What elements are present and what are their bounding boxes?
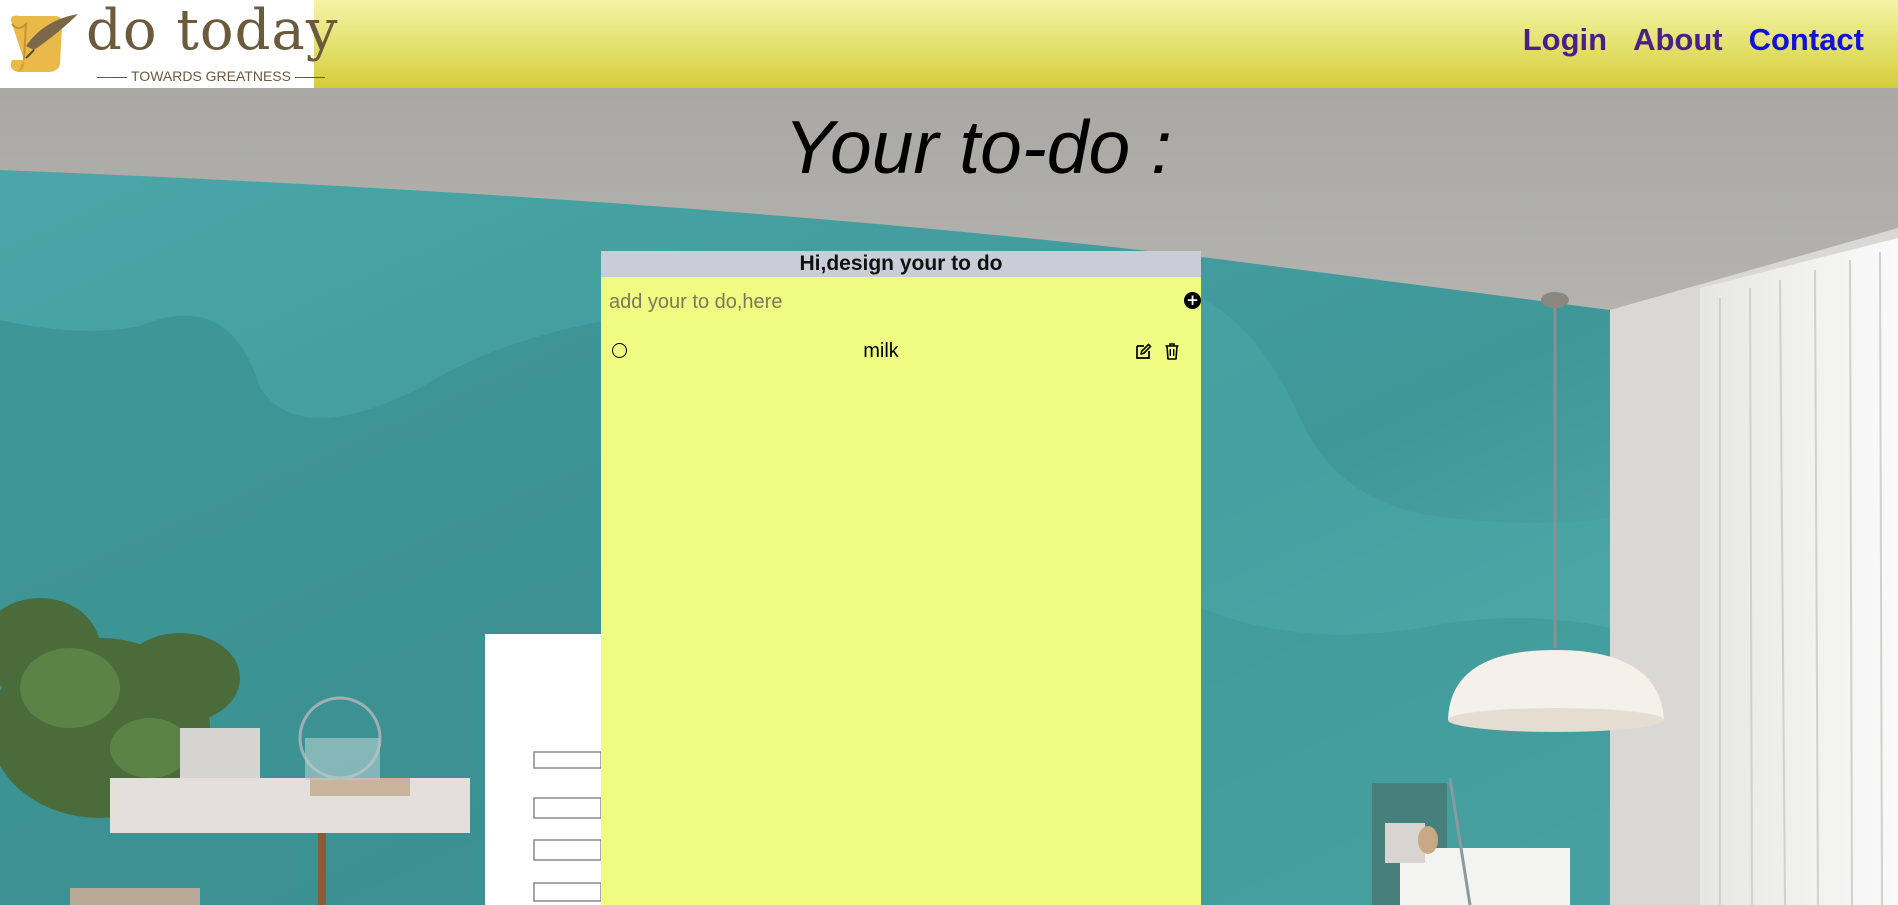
todo-item: milk: [601, 327, 1201, 377]
brand-tagline: TOWARDS GREATNESS: [93, 68, 325, 84]
add-todo-input[interactable]: [607, 283, 1171, 321]
top-navbar: do today TOWARDS GREATNESS Login About C…: [0, 0, 1898, 88]
main-nav: Login About Contact: [1523, 22, 1864, 58]
plus-circle-icon[interactable]: +: [1184, 292, 1201, 309]
nav-contact-link[interactable]: Contact: [1749, 22, 1864, 58]
nav-login-link[interactable]: Login: [1523, 22, 1607, 58]
brand-logo[interactable]: do today TOWARDS GREATNESS: [0, 0, 337, 88]
todo-card-heading: Hi,design your to do: [601, 251, 1201, 277]
brand-name: do today: [86, 0, 339, 63]
trash-icon[interactable]: [1162, 341, 1182, 361]
nav-about-link[interactable]: About: [1633, 22, 1723, 58]
scroll-quill-icon: [10, 14, 78, 72]
add-todo-row: +: [601, 277, 1201, 327]
todo-card: Hi,design your to do + milk: [601, 251, 1201, 905]
edit-icon[interactable]: [1133, 341, 1153, 361]
todo-item-text: milk: [863, 340, 899, 362]
page-title: Your to-do :: [784, 105, 1172, 189]
